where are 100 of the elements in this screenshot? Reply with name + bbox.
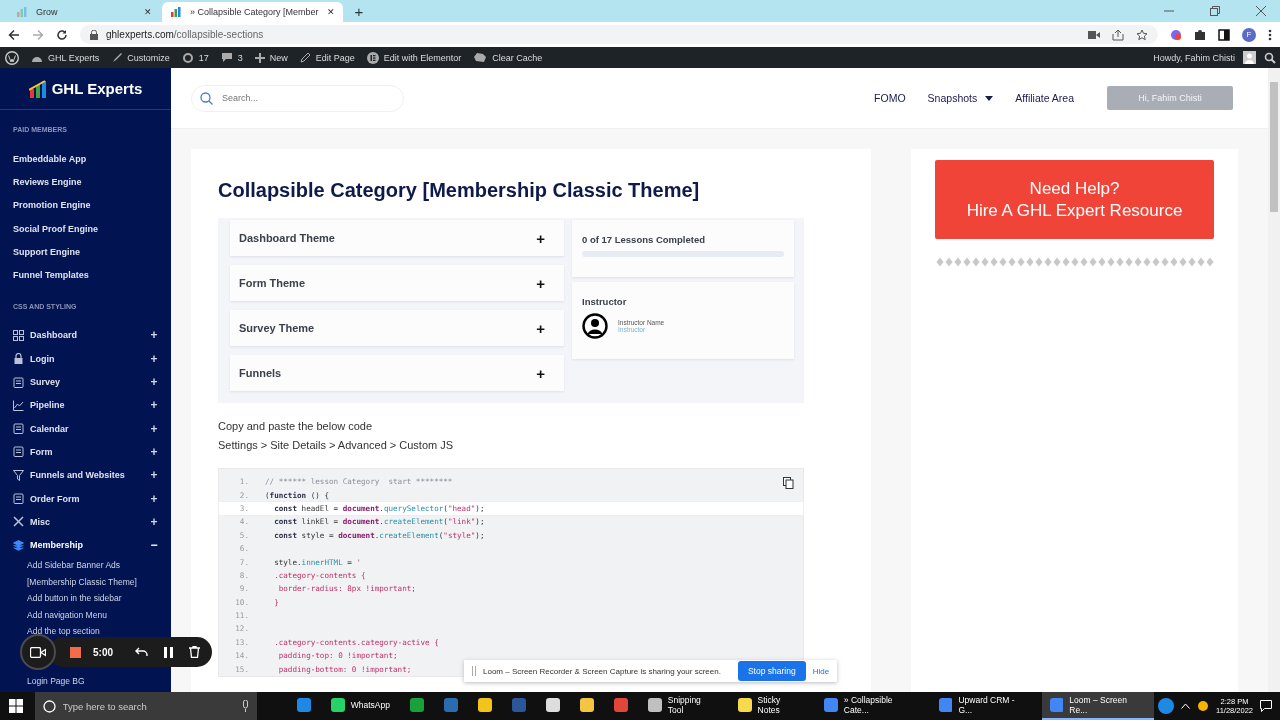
sidebar-item[interactable]: Order Form +	[0, 486, 171, 511]
admin-bar-item[interactable]: Clear Cache	[473, 52, 543, 63]
scrollbar[interactable]	[1268, 68, 1280, 692]
admin-bar-item[interactable]: Edit with Elementor	[366, 51, 462, 64]
more-icon[interactable]	[1268, 28, 1272, 41]
taskbar-app[interactable]: Sticky Notes	[729, 692, 813, 720]
trash-icon[interactable]	[189, 646, 200, 658]
greeting-text[interactable]: Howdy, Fahim Chisti	[1153, 52, 1235, 63]
sidebar-item[interactable]: Support Engine	[0, 240, 171, 264]
lock-icon	[90, 29, 98, 40]
expand-icon[interactable]: +	[536, 319, 545, 337]
nav-link[interactable]: Affiliate Area	[1015, 92, 1074, 104]
submenu-item[interactable]: [Membership Classic Theme]	[0, 573, 171, 590]
close-icon[interactable]: ✕	[326, 7, 335, 17]
sidebar-item[interactable]: Survey +	[0, 370, 171, 394]
browser-tab[interactable]: Grow ✕	[8, 2, 160, 22]
address-field[interactable]: ghlexperts.com/collapsible-sections	[80, 25, 1158, 44]
submenu-item[interactable]: Add Sidebar Banner Ads	[0, 556, 171, 574]
back-icon[interactable]	[8, 28, 20, 41]
expand-icon[interactable]: +	[149, 375, 159, 389]
help-banner[interactable]: Need Help? Hire A GHL Expert Resource	[935, 160, 1214, 239]
sidebar-item[interactable]: Calendar +	[0, 416, 171, 441]
extension-icon[interactable]	[1170, 28, 1182, 41]
help-text: Hire A GHL Expert Resource	[966, 199, 1183, 222]
expand-icon[interactable]: +	[149, 328, 159, 343]
expand-icon[interactable]: +	[149, 491, 159, 506]
sidebar-item[interactable]: Pipeline +	[0, 393, 171, 417]
expand-icon[interactable]: +	[149, 351, 159, 366]
expand-icon[interactable]: +	[536, 364, 545, 382]
chevron-up-icon[interactable]	[1181, 703, 1190, 709]
hide-link[interactable]: Hide	[812, 666, 830, 676]
taskbar-app[interactable]: Snipping Tool	[640, 692, 726, 720]
share-icon[interactable]	[1112, 28, 1124, 41]
notification-icon[interactable]	[1260, 700, 1272, 712]
submenu-item[interactable]: Add navigation Menu	[0, 606, 171, 624]
logo-text[interactable]: GHL Experts	[51, 80, 143, 97]
drag-handle-icon[interactable]	[472, 666, 476, 676]
sidebar-item[interactable]: Promotion Engine	[0, 193, 171, 217]
collapse-icon[interactable]: −	[149, 538, 159, 553]
new-tab-button[interactable]: +	[344, 2, 374, 20]
taskbar-search-field[interactable]: Type here to search	[34, 692, 257, 720]
admin-bar-item[interactable]: Edit Page	[299, 52, 355, 63]
camera-icon	[30, 646, 46, 658]
expand-icon[interactable]: +	[149, 468, 159, 483]
sidebar-item[interactable]: Funnels and Websites +	[0, 463, 171, 487]
expand-icon[interactable]: +	[149, 398, 159, 413]
category-accordion[interactable]: Dashboard Theme +	[230, 220, 564, 256]
category-accordion[interactable]: Funnels +	[230, 355, 564, 391]
profile-avatar[interactable]: F	[1242, 27, 1256, 42]
sidebar-item[interactable]: Funnel Templates	[0, 263, 171, 287]
search-icon	[42, 699, 56, 713]
nav-link[interactable]: FOMO	[874, 92, 906, 104]
taskbar-app[interactable]: Upward CRM - G...	[930, 692, 1038, 720]
taskbar-app[interactable]: Loom – Screen Re...	[1041, 692, 1154, 720]
copy-icon[interactable]	[783, 477, 794, 489]
reload-icon[interactable]	[56, 28, 68, 41]
search-icon[interactable]	[1264, 51, 1276, 64]
submenu-item[interactable]: Login Page BG	[0, 672, 171, 690]
restore-icon[interactable]	[1210, 6, 1220, 16]
undo-icon[interactable]	[135, 647, 148, 657]
admin-bar-item[interactable]: Customize	[111, 52, 170, 63]
side-panel-icon[interactable]	[1218, 28, 1230, 41]
windows-icon[interactable]	[9, 699, 23, 713]
search-field[interactable]: Search...	[191, 84, 404, 112]
taskbar-app[interactable]: » Collapsible Cate...	[816, 692, 927, 720]
expand-icon[interactable]: +	[149, 421, 159, 436]
category-accordion[interactable]: Form Theme +	[230, 265, 564, 301]
stop-sharing-button[interactable]: Stop sharing	[737, 661, 806, 681]
star-icon[interactable]	[1136, 28, 1148, 41]
sidebar-item[interactable]: Membership −	[0, 533, 171, 557]
sidebar-item[interactable]: Misc +	[0, 510, 171, 534]
camera-icon[interactable]	[1088, 30, 1100, 39]
category-accordion[interactable]: Survey Theme +	[230, 310, 564, 346]
microphone-icon[interactable]	[241, 700, 249, 712]
close-icon[interactable]: ✕	[144, 7, 152, 17]
browser-tab[interactable]: » Collapsible Category [Member ✕	[162, 2, 343, 22]
admin-bar-item[interactable]: GHL Experts	[31, 52, 100, 63]
expand-icon[interactable]: +	[149, 514, 159, 529]
sidebar-item[interactable]: Embeddable App	[0, 147, 171, 171]
progress-label: 0 of 17 Lessons Completed	[582, 234, 706, 245]
pause-icon[interactable]	[164, 646, 173, 658]
tools-icon	[13, 516, 24, 528]
sidebar-item[interactable]: Login +	[0, 347, 171, 371]
admin-bar-item[interactable]: 17	[181, 51, 209, 64]
admin-bar-item[interactable]: New	[254, 52, 288, 63]
submenu-item[interactable]: Add button in the sidebar	[0, 589, 171, 607]
nav-link[interactable]: Snapshots	[927, 92, 994, 104]
sidebar-item[interactable]: Reviews Engine	[0, 170, 171, 194]
expand-icon[interactable]: +	[536, 274, 545, 292]
expand-icon[interactable]: +	[536, 229, 545, 247]
expand-icon[interactable]: +	[149, 444, 159, 459]
sidebar-item[interactable]: Form +	[0, 440, 171, 464]
wordpress-icon[interactable]	[5, 50, 19, 65]
close-icon[interactable]	[1256, 6, 1266, 16]
submenu-item[interactable]: Add the top section	[0, 623, 171, 640]
sidebar-item[interactable]: Dashboard +	[0, 323, 171, 348]
admin-bar-item[interactable]: 3	[220, 52, 243, 63]
stop-button[interactable]	[70, 646, 81, 658]
sidebar-item[interactable]: Social Proof Engine	[0, 216, 171, 241]
taskbar-app[interactable]: WhatsApp	[322, 692, 398, 720]
